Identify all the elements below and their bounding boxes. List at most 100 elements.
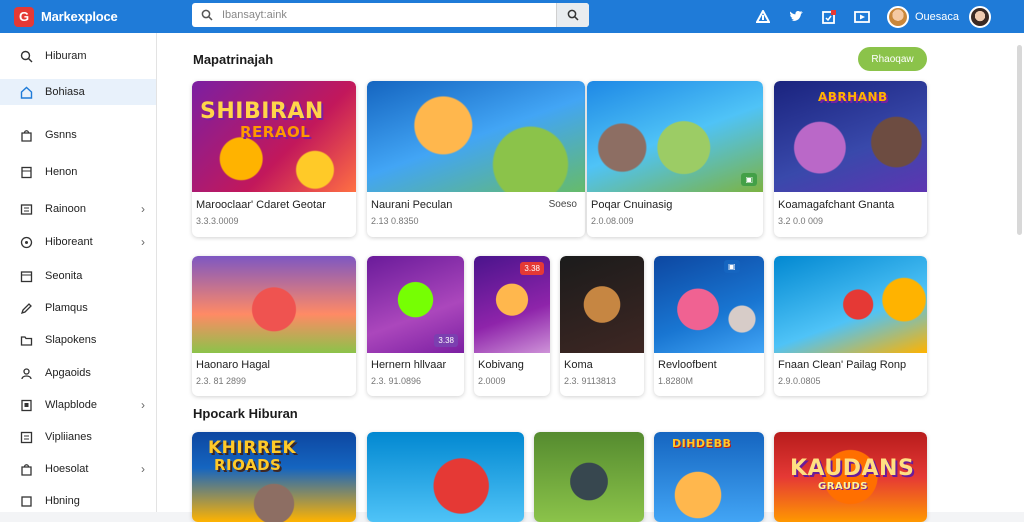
card-meta: 2.3. 91.0896 bbox=[371, 376, 422, 386]
sidebar: Hiburam Bohiasa Gsnns Henon Rainoon › Hiborean… bbox=[0, 33, 157, 512]
twitter-icon[interactable] bbox=[780, 0, 813, 33]
search-input[interactable] bbox=[222, 3, 556, 27]
game-thumbnail: SHIBIRAN RERAOL bbox=[192, 81, 356, 192]
card-title: Revloofbent bbox=[658, 359, 717, 371]
sidebar-item[interactable]: Gsnns bbox=[0, 122, 156, 148]
sidebar-item[interactable]: Wlapblode › bbox=[0, 392, 156, 418]
bookmark-icon bbox=[19, 398, 33, 412]
game-card[interactable] bbox=[534, 432, 644, 522]
upload-icon[interactable] bbox=[747, 0, 780, 33]
thumb-title: KHIRREK bbox=[208, 438, 297, 458]
sidebar-item[interactable]: Vipliianes bbox=[0, 424, 156, 450]
scrollbar[interactable] bbox=[1017, 45, 1022, 235]
card-badge: ▣ bbox=[724, 260, 740, 273]
sidebar-item[interactable]: Seonita bbox=[0, 263, 156, 289]
avatar-secondary[interactable] bbox=[969, 5, 991, 28]
sidebar-item[interactable]: Plamqus bbox=[0, 295, 156, 321]
game-thumbnail: ABRHANB bbox=[774, 81, 927, 192]
sidebar-item[interactable]: Bohiasa bbox=[0, 79, 156, 105]
chevron-right-icon[interactable]: › bbox=[141, 462, 145, 476]
game-card[interactable]: KAUDANS GRAUDS bbox=[774, 432, 927, 522]
sidebar-item[interactable]: Slapokens bbox=[0, 327, 156, 353]
sidebar-item-label: Hiboreant bbox=[45, 236, 93, 248]
game-card[interactable]: DIHDEBB bbox=[654, 432, 764, 522]
home-icon bbox=[19, 85, 33, 99]
card-meta: 2.0.08.009 bbox=[591, 216, 634, 226]
sidebar-item-label: Vipliianes bbox=[45, 431, 92, 443]
game-thumbnail bbox=[560, 256, 644, 353]
chevron-right-icon[interactable]: › bbox=[141, 398, 145, 412]
sidebar-item-label: Hbning bbox=[45, 495, 80, 507]
pen-icon bbox=[19, 301, 33, 315]
game-card[interactable] bbox=[367, 432, 524, 522]
game-card[interactable]: Fnaan Clean' Pailag Ronp 2.9.0.0805 bbox=[774, 256, 927, 396]
game-thumbnail bbox=[534, 432, 644, 522]
search-icon bbox=[19, 49, 33, 63]
avatar[interactable] bbox=[886, 5, 909, 28]
brand[interactable]: G Markexploce bbox=[14, 6, 184, 27]
thumb-title: KAUDANS bbox=[790, 456, 915, 481]
game-thumbnail: DIHDEBB bbox=[654, 432, 764, 522]
game-thumbnail bbox=[367, 81, 585, 192]
sidebar-item[interactable]: Henon bbox=[0, 159, 156, 185]
game-card[interactable]: ▣ Revloofbent 1.8280M bbox=[654, 256, 764, 396]
game-thumbnail: ▣ bbox=[654, 256, 764, 353]
card-badge: 3.38 bbox=[520, 262, 544, 275]
user-name[interactable]: Ouesaca bbox=[915, 11, 959, 23]
sidebar-item-label: Henon bbox=[45, 166, 78, 178]
chevron-right-icon[interactable]: › bbox=[141, 235, 145, 249]
top-bar: G Markexploce Ouesaca bbox=[0, 0, 1024, 33]
sidebar-item-label: Apgaoids bbox=[45, 367, 91, 379]
game-card[interactable]: Koma 2.3. 9113813 bbox=[560, 256, 644, 396]
card-meta: 2.0009 bbox=[478, 376, 506, 386]
view-all-button[interactable]: Rhaoqaw bbox=[858, 47, 927, 71]
game-card[interactable]: ▣ Poqar Cnuinasig 2.0.08.009 bbox=[587, 81, 763, 237]
bag-icon bbox=[19, 462, 33, 476]
search-icon bbox=[192, 9, 222, 21]
chevron-right-icon[interactable]: › bbox=[141, 202, 145, 216]
search-button[interactable] bbox=[556, 3, 589, 27]
game-card[interactable]: Haonaro Hagal 2.3. 81 2899 bbox=[192, 256, 356, 396]
card-meta: 1.8280M bbox=[658, 376, 694, 386]
game-thumbnail: KHIRREK RIOADS bbox=[192, 432, 356, 522]
brand-name: Markexploce bbox=[41, 9, 118, 24]
sidebar-item[interactable]: Hoesolat › bbox=[0, 456, 156, 482]
game-card[interactable]: Naurani Peculan Soeso 2.13 0.8350 bbox=[367, 81, 585, 237]
sidebar-item[interactable]: Rainoon › bbox=[0, 196, 156, 222]
sidebar-item[interactable]: Apgaoids bbox=[0, 360, 156, 386]
search-box bbox=[192, 3, 589, 27]
sidebar-item-label: Slapokens bbox=[45, 334, 97, 346]
brand-logo-icon: G bbox=[14, 6, 34, 27]
game-card[interactable]: ABRHANB Koamagafchant Gnanta 3.2 0.0 009 bbox=[774, 81, 927, 237]
card-title: Koma bbox=[564, 359, 593, 371]
top-icons: Ouesaca bbox=[747, 0, 1024, 33]
card-meta: 2.9.0.0805 bbox=[778, 376, 821, 386]
thumb-title: DIHDEBB bbox=[672, 437, 732, 450]
card-title: Kobivang bbox=[478, 359, 524, 371]
game-thumbnail: ▣ bbox=[587, 81, 763, 192]
game-card[interactable]: KHIRREK RIOADS bbox=[192, 432, 356, 522]
sidebar-item[interactable]: Hiboreant › bbox=[0, 229, 156, 255]
card-meta: 2.3. 81 2899 bbox=[196, 376, 247, 386]
sidebar-item[interactable]: Hbning bbox=[0, 488, 156, 514]
bag-icon bbox=[19, 128, 33, 142]
thumb-title: ABRHANB bbox=[818, 90, 888, 104]
game-card[interactable]: 3.38 Kobivang 2.0009 bbox=[474, 256, 550, 396]
card-title: Koamagafchant Gnanta bbox=[778, 199, 895, 211]
sidebar-item-label: Hoesolat bbox=[45, 463, 89, 475]
notification-icon[interactable] bbox=[813, 0, 846, 33]
sidebar-item-label: Wlapblode bbox=[45, 399, 97, 411]
game-card[interactable]: 3.38 Hernern hllvaar 2.3. 91.0896 bbox=[367, 256, 464, 396]
user-icon bbox=[19, 366, 33, 380]
game-thumbnail: 3.38 bbox=[474, 256, 550, 353]
game-thumbnail: 3.38 bbox=[367, 256, 464, 353]
card-badge: ▣ bbox=[741, 173, 757, 186]
sidebar-item[interactable]: Hiburam bbox=[0, 43, 156, 69]
game-card[interactable]: SHIBIRAN RERAOL Marooclaar' Cdaret Geota… bbox=[192, 81, 356, 237]
section-title-featured: Mapatrinajah bbox=[193, 52, 274, 67]
sidebar-item-label: Seonita bbox=[45, 270, 83, 282]
card-meta: 3.2 0.0 009 bbox=[778, 216, 824, 226]
star-icon bbox=[19, 494, 33, 508]
video-icon[interactable] bbox=[846, 0, 879, 33]
sidebar-item-label: Hiburam bbox=[45, 50, 87, 62]
